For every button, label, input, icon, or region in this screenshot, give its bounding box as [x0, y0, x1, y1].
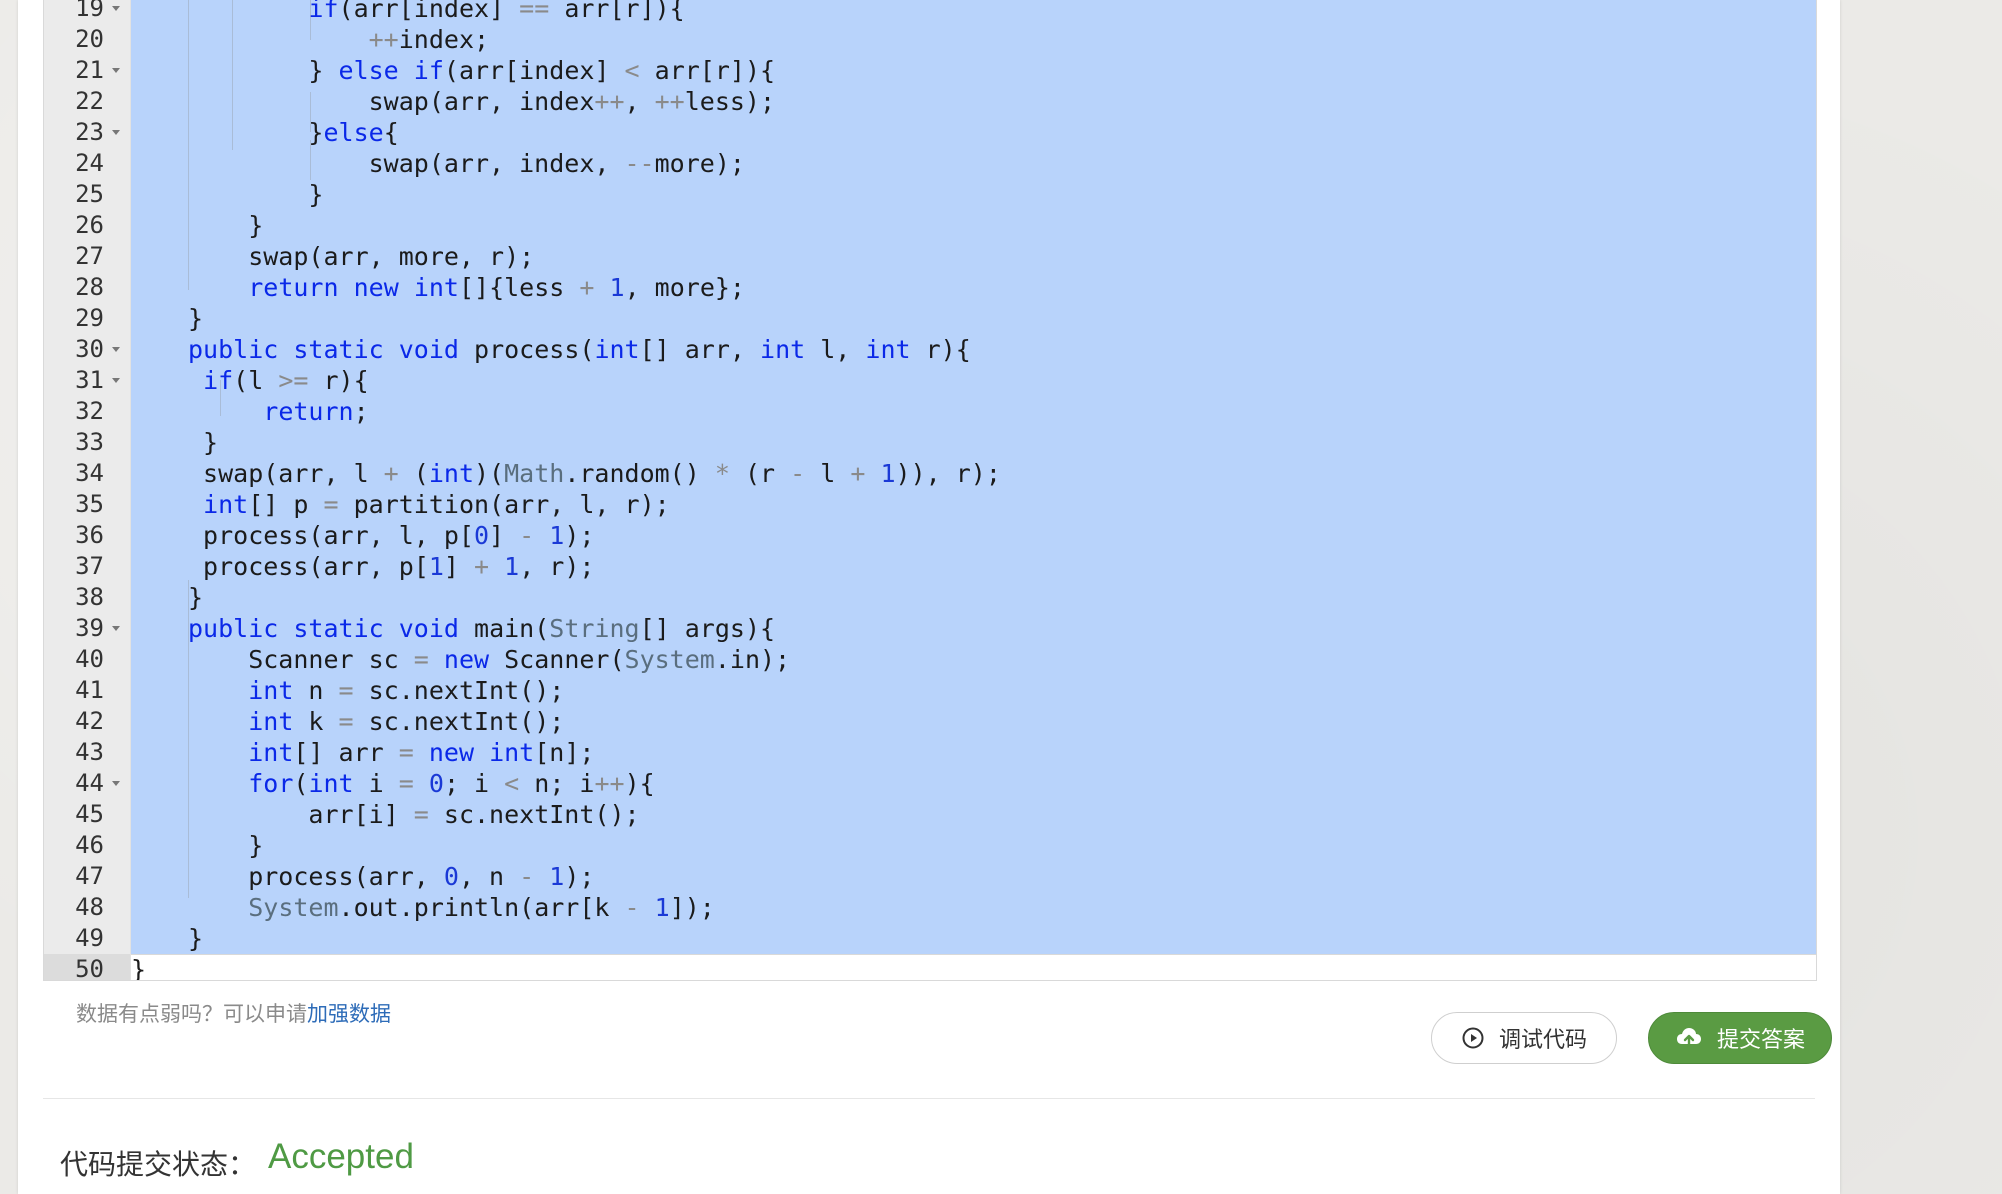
code-line: Scanner sc = new Scanner(System.in);	[188, 645, 791, 674]
line-number: 28	[75, 273, 104, 301]
code-line: int k = sc.nextInt();	[248, 707, 565, 736]
indent-guide	[310, 0, 312, 40]
line-number: 41	[75, 676, 104, 704]
code-line: return;	[263, 397, 369, 426]
strengthen-data-link[interactable]: 加强数据	[307, 1003, 391, 1026]
line-number: 48	[75, 893, 104, 921]
current-line-border	[131, 954, 1816, 955]
indent-guide	[220, 380, 222, 416]
fold-toggle-icon[interactable]	[112, 626, 120, 631]
code-area[interactable]: if(arr[index] == arr[r]){ ++index; } els…	[131, 0, 1816, 980]
line-number: 31	[75, 366, 104, 394]
line-number: 46	[75, 831, 104, 859]
code-line: if(l >= r){	[203, 366, 369, 395]
code-line: arr[i] = sc.nextInt();	[188, 800, 640, 829]
code-line: int[] arr = new int[n];	[248, 738, 595, 767]
line-number: 49	[75, 924, 104, 952]
line-number: 24	[75, 149, 104, 177]
line-number: 47	[75, 862, 104, 890]
fold-toggle-icon[interactable]	[112, 6, 120, 11]
line-number: 43	[75, 738, 104, 766]
line-number: 35	[75, 490, 104, 518]
code-line: process(arr, l, p[0] - 1);	[188, 521, 595, 550]
data-hint-text: 数据有点弱吗？可以申请	[76, 1003, 307, 1026]
fold-toggle-icon[interactable]	[112, 781, 120, 786]
line-number: 25	[75, 180, 104, 208]
code-line: return new int[]{less + 1, more};	[248, 273, 745, 302]
code-line: } else if(arr[index] < arr[r]){	[188, 56, 776, 85]
code-line: }	[188, 583, 204, 612]
indent-guide	[310, 140, 312, 180]
line-number: 38	[75, 583, 104, 611]
fold-toggle-icon[interactable]	[112, 68, 120, 73]
code-line: }	[188, 924, 204, 953]
problem-panel: 19 20 21 22 23 24 25 26 27 28 29 30 31 32 33 34 35 36 37 38…	[18, 0, 1840, 1194]
line-number: 44	[75, 769, 104, 797]
line-number: 40	[75, 645, 104, 673]
submission-status-label: 代码提交状态：	[60, 1149, 257, 1180]
line-number: 34	[75, 459, 104, 487]
code-line: int n = sc.nextInt();	[248, 676, 565, 705]
line-number: 30	[75, 335, 104, 363]
line-number: 20	[75, 25, 104, 53]
fold-toggle-icon[interactable]	[112, 378, 120, 383]
code-line: int[] p = partition(arr, l, r);	[203, 490, 670, 519]
line-number: 27	[75, 242, 104, 270]
code-line: swap(arr, l + (int)(Math.random() * (r -…	[188, 459, 1001, 488]
line-number: 39	[75, 614, 104, 642]
line-number: 21	[75, 56, 104, 84]
code-line: System.out.println(arr[k - 1]);	[248, 893, 715, 922]
line-number: 50	[75, 955, 104, 981]
play-circle-icon	[1461, 1026, 1485, 1050]
cloud-upload-icon	[1675, 1026, 1703, 1050]
line-number: 33	[75, 428, 104, 456]
code-line: }else{	[188, 118, 399, 147]
data-hint: 数据有点弱吗？可以申请加强数据	[76, 998, 391, 1028]
code-line: }	[188, 831, 264, 860]
submit-answer-button[interactable]: 提交答案	[1648, 1012, 1832, 1064]
code-line: process(arr, 0, n - 1);	[188, 862, 595, 891]
line-number: 36	[75, 521, 104, 549]
line-number-gutter: 19 20 21 22 23 24 25 26 27 28 29 30 31 32 33 34 35 36 37 38…	[44, 0, 131, 980]
line-number: 22	[75, 87, 104, 115]
line-number: 29	[75, 304, 104, 332]
line-number: 26	[75, 211, 104, 239]
submit-answer-label: 提交答案	[1716, 1027, 1805, 1052]
code-line: }	[131, 955, 147, 981]
indent-guide	[188, 580, 189, 898]
code-line: swap(arr, index, --more);	[188, 149, 745, 178]
code-line: public static void main(String[] args){	[188, 614, 776, 643]
code-editor[interactable]: 19 20 21 22 23 24 25 26 27 28 29 30 31 32 33 34 35 36 37 38…	[43, 0, 1817, 981]
indent-guide	[232, 0, 234, 150]
indent-guide	[310, 92, 312, 132]
debug-code-label: 调试代码	[1498, 1027, 1587, 1052]
line-number: 37	[75, 552, 104, 580]
code-line: swap(arr, index++, ++less);	[188, 87, 776, 116]
section-divider	[43, 1098, 1815, 1099]
debug-code-button[interactable]: 调试代码	[1431, 1012, 1617, 1064]
code-line: process(arr, p[1] + 1, r);	[188, 552, 595, 581]
code-line: }	[188, 211, 264, 240]
line-number: 45	[75, 800, 104, 828]
code-line: swap(arr, more, r);	[188, 242, 535, 271]
line-number: 42	[75, 707, 104, 735]
code-line: }	[188, 428, 219, 457]
submission-status-value: Accepted	[268, 1137, 414, 1176]
line-number: 23	[75, 118, 104, 146]
line-number: 19	[75, 0, 104, 22]
fold-toggle-icon[interactable]	[112, 130, 120, 135]
code-line: }	[188, 304, 204, 333]
code-line: }	[188, 180, 324, 209]
line-number: 32	[75, 397, 104, 425]
fold-toggle-icon[interactable]	[112, 347, 120, 352]
code-line: for(int i = 0; i < n; i++){	[248, 769, 655, 798]
code-line: if(arr[index] == arr[r]){	[308, 0, 685, 23]
indent-guide	[188, 0, 189, 290]
code-line: public static void process(int[] arr, in…	[188, 335, 971, 364]
code-line: ++index;	[368, 25, 490, 54]
